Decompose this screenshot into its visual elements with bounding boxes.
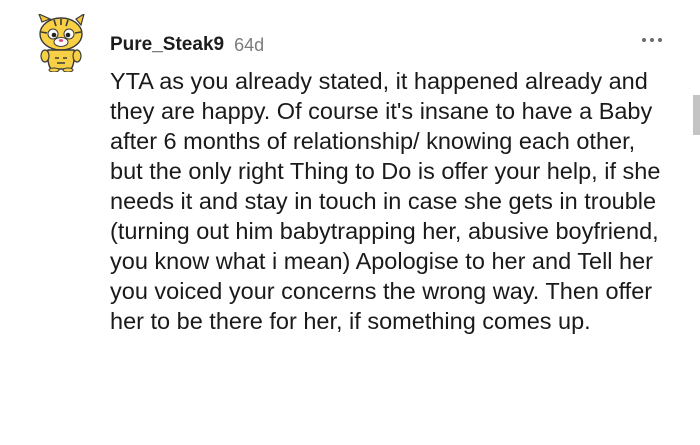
comment-header: Pure_Steak9 64d [110, 32, 264, 58]
comment-age: 64d [234, 34, 265, 55]
comment-author[interactable]: Pure_Steak9 [110, 34, 224, 56]
avatar[interactable] [36, 12, 86, 73]
scrollbar[interactable] [693, 95, 700, 135]
more-options-icon[interactable] [640, 36, 664, 44]
comment-body: YTA as you already stated, it happened a… [110, 68, 661, 334]
